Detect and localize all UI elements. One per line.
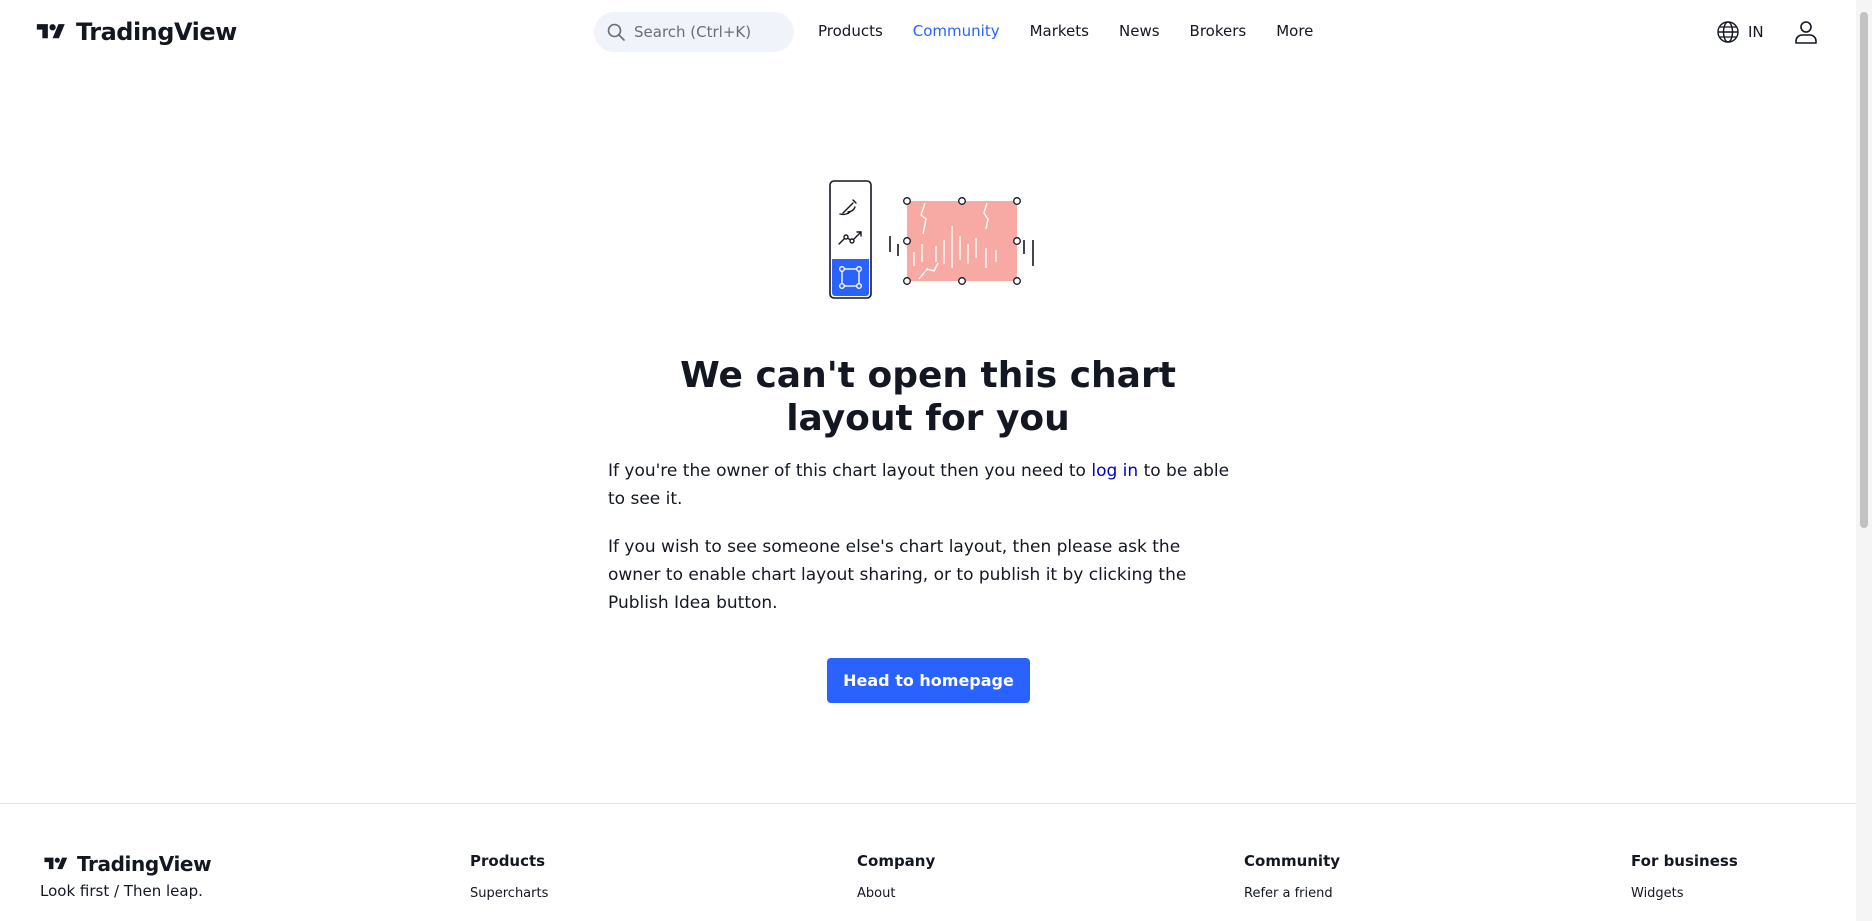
footer-link-widgets[interactable]: Widgets xyxy=(1631,885,1738,903)
nav-products[interactable]: Products xyxy=(818,21,898,41)
footer-heading: Community xyxy=(1244,852,1341,870)
scrollbar-thumb[interactable] xyxy=(1860,12,1868,528)
head-to-homepage-button[interactable]: Head to homepage xyxy=(827,658,1030,703)
tradingview-logo-icon xyxy=(36,24,65,39)
nav-markets[interactable]: Markets xyxy=(1015,21,1104,41)
footer-tagline: Look first / Then leap. xyxy=(40,882,203,900)
footer-heading: Products xyxy=(470,852,546,870)
search-input[interactable]: Search (Ctrl+K) xyxy=(594,12,794,52)
footer-column-company: Company About xyxy=(857,851,935,903)
footer-link-refer-a-friend[interactable]: Refer a friend xyxy=(1244,885,1340,903)
language-code: IN xyxy=(1748,23,1764,41)
search-placeholder: Search (Ctrl+K) xyxy=(634,23,752,41)
drawing-toolbar xyxy=(829,180,872,299)
globe-icon xyxy=(1717,21,1739,43)
log-in-link[interactable]: log in xyxy=(1091,461,1138,481)
tradingview-logo-icon xyxy=(44,857,68,870)
chart-tools-illustration xyxy=(829,180,1034,299)
footer-logo-text: TradingView xyxy=(77,852,212,876)
page-title: We can't open this chart layout for you xyxy=(680,355,1176,439)
owner-message: If you're the owner of this chart layout… xyxy=(608,457,1238,513)
user-icon[interactable] xyxy=(1792,18,1820,46)
tradingview-logo[interactable]: TradingView xyxy=(32,18,237,46)
footer-link-supercharts[interactable]: Supercharts xyxy=(470,885,548,903)
footer-logo[interactable]: TradingView xyxy=(40,852,212,876)
site-header: TradingView Search (Ctrl+K) Products Com… xyxy=(0,0,1856,64)
search-icon xyxy=(607,23,625,41)
footer-heading: For business xyxy=(1631,852,1738,870)
nav-brokers[interactable]: Brokers xyxy=(1175,21,1262,41)
sharing-message: If you wish to see someone else's chart … xyxy=(608,537,1187,613)
footer-divider xyxy=(0,803,1856,804)
owner-message-text: If you're the owner of this chart layout… xyxy=(608,461,1092,481)
nav-more[interactable]: More xyxy=(1261,21,1328,41)
footer-link-about[interactable]: About xyxy=(857,885,935,903)
nav-news[interactable]: News xyxy=(1104,21,1175,41)
selected-chart-rectangle xyxy=(889,197,1034,285)
main-nav: Products Community Markets News Brokers … xyxy=(818,21,1328,41)
language-selector[interactable]: IN xyxy=(1716,20,1764,44)
nav-community[interactable]: Community xyxy=(898,21,1015,41)
footer-heading: Company xyxy=(857,852,936,870)
footer-column-community: Community Refer a friend xyxy=(1244,851,1340,903)
logo-text: TradingView xyxy=(76,18,237,46)
footer-column-for-business: For business Widgets xyxy=(1631,851,1738,903)
footer-column-products: Products Supercharts xyxy=(470,851,548,903)
page-scrollbar[interactable] xyxy=(1856,0,1872,921)
